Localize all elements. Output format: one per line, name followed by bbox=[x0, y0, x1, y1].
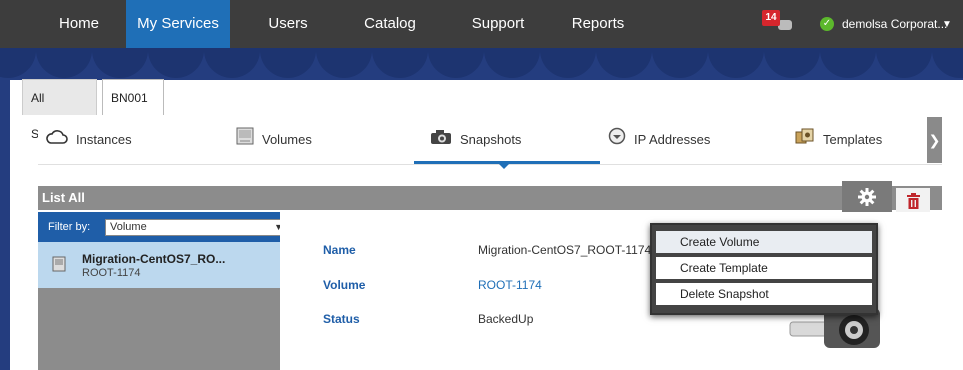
status-ok-icon: ✓ bbox=[820, 17, 834, 31]
subnav-ip-addresses[interactable]: IP Addresses bbox=[608, 117, 710, 163]
filter-label: Filter by: bbox=[48, 221, 91, 233]
subnav-volumes-label: Volumes bbox=[262, 132, 312, 147]
filter-select-value: Volume bbox=[110, 221, 147, 233]
actions-gear-button[interactable] bbox=[842, 181, 892, 213]
ip-icon bbox=[608, 118, 626, 164]
subnav-ip-addresses-label: IP Addresses bbox=[634, 132, 711, 147]
menu-create-template[interactable]: Create Template bbox=[656, 257, 872, 279]
tab-all-services[interactable]: All Services bbox=[22, 79, 97, 141]
delete-button[interactable] bbox=[896, 188, 930, 214]
nav-my-services[interactable]: My Services bbox=[126, 0, 230, 48]
cloud-icon bbox=[46, 118, 68, 164]
banner-scallop bbox=[260, 48, 316, 78]
list-item-name: Migration-CentOS7_RO... bbox=[82, 252, 226, 266]
list-title: List All bbox=[42, 190, 85, 205]
header-banner bbox=[0, 48, 963, 80]
nav-support[interactable]: Support bbox=[468, 0, 528, 48]
banner-scallop bbox=[652, 48, 708, 78]
menu-create-volume[interactable]: Create Volume bbox=[656, 231, 872, 253]
tab-bn001[interactable]: BN001 bbox=[102, 79, 164, 115]
nav-reports[interactable]: Reports bbox=[566, 0, 630, 48]
chevron-down-icon[interactable]: ▼ bbox=[942, 0, 952, 48]
banner-scallop bbox=[372, 48, 428, 78]
banner-scallop bbox=[0, 48, 36, 78]
notification-badge[interactable]: 14 bbox=[762, 10, 780, 26]
status-value: BackedUp bbox=[478, 312, 534, 326]
volume-link[interactable]: ROOT-1174 bbox=[478, 278, 542, 292]
banner-scallop bbox=[708, 48, 764, 78]
name-value: Migration-CentOS7_ROOT-1174_ bbox=[478, 243, 658, 257]
banner-scallop bbox=[92, 48, 148, 78]
gear-icon bbox=[858, 188, 876, 209]
banner-scallop bbox=[540, 48, 596, 78]
resource-navigation: Instances Volumes Snapshots IP Addresses… bbox=[38, 117, 942, 169]
filter-bar: Filter by: Volume ▼ bbox=[38, 212, 290, 242]
volume-icon bbox=[52, 256, 66, 275]
active-tab-caret bbox=[498, 163, 510, 169]
subnav-templates-label: Templates bbox=[823, 132, 883, 147]
banner-scallop bbox=[428, 48, 484, 78]
subnav-instances-label: Instances bbox=[76, 132, 132, 147]
volume-icon bbox=[236, 118, 254, 164]
list-header: List All bbox=[38, 186, 942, 210]
camera-icon bbox=[430, 118, 452, 164]
list-item-volume: ROOT-1174 bbox=[82, 267, 141, 279]
banner-scallop bbox=[820, 48, 876, 78]
subnav-templates[interactable]: Templates bbox=[795, 117, 882, 163]
name-label: Name bbox=[323, 243, 356, 257]
notifications-icon[interactable] bbox=[778, 20, 792, 30]
templates-icon bbox=[795, 118, 815, 164]
banner-scallop bbox=[204, 48, 260, 78]
list-item[interactable]: Migration-CentOS7_RO... ROOT-1174 bbox=[38, 242, 300, 288]
nav-home[interactable]: Home bbox=[55, 0, 103, 48]
actions-menu: Create Volume Create Template Delete Sna… bbox=[650, 223, 878, 315]
subnav-snapshots-label: Snapshots bbox=[460, 132, 522, 147]
filter-select[interactable]: Volume ▼ bbox=[105, 219, 290, 236]
subnav-snapshots[interactable]: Snapshots bbox=[430, 117, 521, 163]
subnav-volumes[interactable]: Volumes bbox=[236, 117, 312, 163]
status-label: Status bbox=[323, 312, 360, 326]
banner-scallop bbox=[596, 48, 652, 78]
scroll-right-button[interactable]: ❯ bbox=[927, 117, 942, 163]
banner-scallop bbox=[148, 48, 204, 78]
trash-icon bbox=[907, 193, 920, 212]
volume-label: Volume bbox=[323, 278, 366, 292]
banner-scallop bbox=[876, 48, 932, 78]
organization-name[interactable]: demolsa Corporat... bbox=[842, 0, 947, 48]
subnav-instances[interactable]: Instances bbox=[46, 117, 132, 163]
menu-delete-snapshot[interactable]: Delete Snapshot bbox=[656, 283, 872, 305]
banner-scallop bbox=[316, 48, 372, 78]
banner-scallop bbox=[764, 48, 820, 78]
page-border bbox=[0, 80, 10, 370]
top-navigation-bar: Home My Services Users Catalog Support R… bbox=[0, 0, 963, 48]
banner-scallop bbox=[932, 48, 963, 78]
nav-users[interactable]: Users bbox=[262, 0, 314, 48]
banner-scallop bbox=[484, 48, 540, 78]
banner-scallop bbox=[36, 48, 92, 78]
nav-catalog[interactable]: Catalog bbox=[360, 0, 420, 48]
